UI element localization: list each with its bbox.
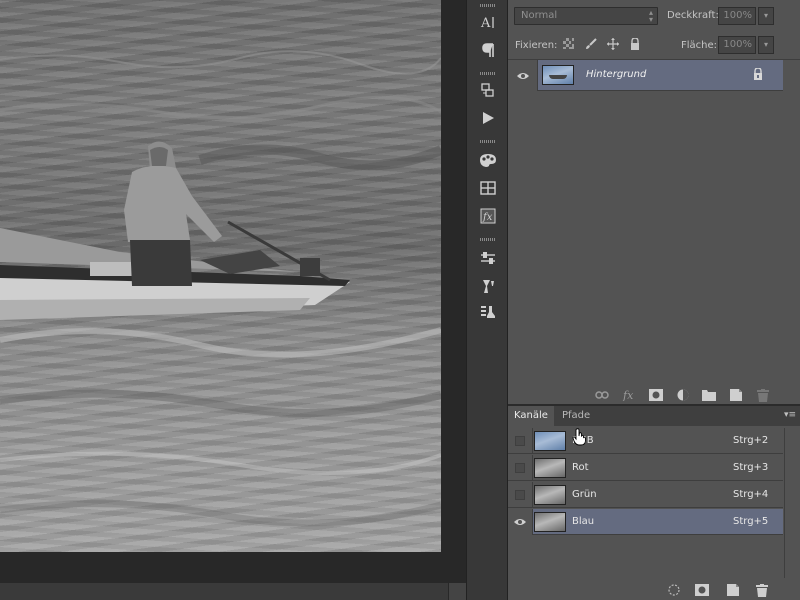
right-panels: Normal ▴ ▾ Deckkraft: 100% ▾ Fixieren: Fl… [508,0,800,600]
channel-shortcut: Strg+5 [733,516,769,527]
channel-thumbnail [534,431,566,451]
adjustments-icon[interactable] [477,248,499,268]
scrollbar-corner [449,583,466,600]
styles-fx-icon[interactable]: fx [477,206,499,226]
channel-visibility-toggle[interactable] [508,482,533,508]
delete-channel-trash-icon[interactable] [753,582,771,598]
dock-grip[interactable] [480,72,496,75]
history-icon[interactable] [477,80,499,100]
channel-row-blau[interactable]: Blau Strg+5 [508,509,783,535]
channel-visibility-toggle[interactable] [508,455,533,481]
layer-list: Hintergrund [508,59,800,387]
channel-name: Blau [572,516,595,527]
layers-options-row: Normal ▴ ▾ Deckkraft: 100% ▾ [508,4,800,28]
hand-cursor-icon [572,428,588,449]
channel-shortcut: Strg+2 [733,435,769,446]
channels-tab-bar: Kanäle Pfade ▾≡ [508,406,800,426]
channel-row-rot[interactable]: Rot Strg+3 [508,455,783,481]
channel-name: Grün [572,489,597,500]
lock-position-move-icon[interactable] [607,38,619,53]
channel-visibility-toggle[interactable] [508,428,533,454]
dock-grip[interactable] [480,4,496,7]
fill-field[interactable]: 100% [718,36,756,54]
select-arrows-icon: ▴ ▾ [648,8,653,24]
svg-text:fx: fx [622,389,634,401]
dock-grip[interactable] [480,238,496,241]
opacity-field[interactable]: 100% [718,7,756,25]
new-group-folder-icon[interactable] [700,387,718,403]
layers-panel: Normal ▴ ▾ Deckkraft: 100% ▾ Fixieren: Fl… [508,0,800,404]
layer-row-hintergrund[interactable]: Hintergrund [508,60,783,91]
channel-row-rgb[interactable]: RGB Strg+2 [508,428,783,454]
character-icon[interactable]: A [477,12,499,32]
layer-name[interactable]: Hintergrund [586,69,646,80]
lock-pixels-brush-icon[interactable] [585,38,597,53]
channels-panel: Kanäle Pfade ▾≡ RGB Strg+2 Rot Strg+3 Gr… [508,404,800,600]
new-layer-icon[interactable] [727,387,745,403]
layer-thumbnail [542,65,574,85]
opacity-label: Deckkraft: [667,10,719,21]
channel-shortcut: Strg+4 [733,489,769,500]
adjustment-layer-icon[interactable] [674,387,692,403]
fill-label: Fläche: [681,40,718,51]
svg-text:A: A [480,16,491,30]
load-channel-selection-icon[interactable] [665,582,683,598]
horizontal-scrollbar[interactable] [0,583,448,600]
channel-thumbnail [534,485,566,505]
clone-source-icon[interactable] [477,302,499,322]
tool-presets-icon[interactable] [477,276,499,296]
dock-grip[interactable] [480,140,496,143]
blend-mode-select[interactable]: Normal ▴ ▾ [514,7,658,25]
swatches-icon[interactable] [477,150,499,170]
fill-dropdown-icon[interactable]: ▾ [758,36,774,54]
tab-paths[interactable]: Pfade [556,406,596,426]
panel-menu-icon[interactable]: ▾≡ [784,410,796,420]
save-selection-as-channel-icon[interactable] [693,582,711,598]
document-image[interactable] [0,0,441,552]
channel-shortcut: Strg+3 [733,462,769,473]
channel-row-gruen[interactable]: Grün Strg+4 [508,482,783,508]
svg-text:fx: fx [482,212,493,223]
layer-visibility-eye-icon[interactable] [508,60,538,91]
add-mask-icon[interactable] [647,387,665,403]
document-canvas-area[interactable] [0,0,466,600]
channel-visibility-eye-icon[interactable] [508,509,533,535]
lock-label: Fixieren: [515,40,558,51]
panel-dock-strip: A fx [466,0,508,600]
new-channel-icon[interactable] [724,582,742,598]
delete-layer-trash-icon[interactable] [754,387,772,403]
channel-thumbnail [534,512,566,532]
layer-style-fx-icon[interactable]: fx [620,387,638,403]
link-layers-icon[interactable] [593,387,611,403]
channel-name: Rot [572,462,589,473]
lock-all-icon[interactable] [630,37,640,53]
paragraph-icon[interactable] [477,40,499,60]
channel-thumbnail [534,458,566,478]
tab-channels[interactable]: Kanäle [508,406,554,426]
blend-mode-value: Normal [521,10,558,21]
layers-footer-toolbar: fx [508,386,800,404]
fisherman-boat-photo [0,50,441,527]
layer-lock-icon [753,67,763,83]
lock-transparent-icon[interactable] [563,38,574,52]
libraries-icon[interactable] [477,178,499,198]
channels-scrollbar[interactable] [784,428,800,578]
actions-play-icon[interactable] [477,108,499,128]
channels-footer-toolbar [508,580,800,600]
opacity-dropdown-icon[interactable]: ▾ [758,7,774,25]
